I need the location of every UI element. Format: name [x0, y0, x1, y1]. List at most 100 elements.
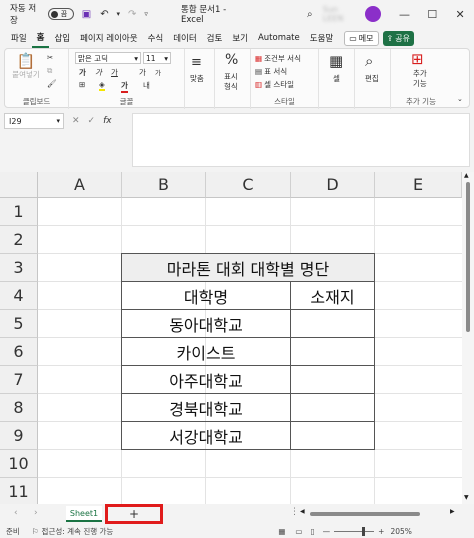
tab-view[interactable]: 보기 [227, 28, 253, 48]
addins-button-line2[interactable]: 기능 [413, 78, 427, 89]
conditional-format-button[interactable]: ▦ 조건부 서식 [255, 53, 301, 64]
table-format-button[interactable]: ▤ 표 서식 [255, 66, 287, 77]
scroll-up-icon[interactable]: ▲ [464, 172, 469, 179]
tab-page-layout[interactable]: 페이지 레이아웃 [75, 28, 142, 48]
horizontal-scrollbar[interactable]: ◀ ▶ [300, 508, 460, 518]
cells-icon[interactable]: ▦ [329, 53, 343, 69]
spreadsheet-grid[interactable]: A B C D E 1 2 3 4 5 6 7 8 9 10 11 마라톤 대회… [0, 172, 462, 504]
location-cell[interactable] [290, 337, 375, 366]
editing-label[interactable]: 편집 [365, 73, 379, 84]
search-icon[interactable]: ⌕ [365, 53, 373, 69]
tab-home[interactable]: 홈 [31, 28, 50, 48]
zoom-slider[interactable] [334, 526, 375, 536]
italic-button[interactable]: 가 [95, 67, 102, 78]
tab-insert[interactable]: 삽입 [49, 28, 75, 48]
horizontal-scroll-thumb[interactable] [310, 512, 420, 516]
next-sheet-icon[interactable]: › [34, 508, 38, 518]
name-box[interactable]: I29 ▾ [4, 113, 64, 129]
location-cell[interactable] [290, 365, 375, 394]
header-university-cell[interactable]: 대학명 [121, 281, 291, 310]
university-cell[interactable]: 경북대학교 [121, 393, 291, 422]
bold-button[interactable]: 가 [79, 67, 86, 78]
zoom-slider-thumb[interactable] [362, 526, 366, 536]
row-header-11[interactable]: 11 [0, 478, 38, 504]
cell-style-button[interactable]: ▥ 셀 스타일 [255, 79, 294, 90]
location-cell[interactable] [290, 421, 375, 450]
add-sheet-button[interactable]: + [105, 504, 163, 524]
format-painter-icon[interactable]: 🖌 [47, 79, 57, 88]
minimize-button[interactable]: — [391, 0, 419, 28]
fill-color-icon[interactable]: ◈ [99, 80, 105, 91]
column-header-d[interactable]: D [291, 172, 375, 198]
zoom-in-icon[interactable]: + [378, 527, 384, 536]
underline-button[interactable]: 가 [111, 67, 118, 78]
row-header-8[interactable]: 8 [0, 394, 38, 422]
chevron-down-icon[interactable]: ▾ [111, 7, 125, 21]
tab-automate[interactable]: Automate [253, 28, 305, 48]
addins-icon[interactable]: ⊞ [411, 51, 424, 67]
vertical-scroll-thumb[interactable] [466, 182, 470, 332]
select-all-corner[interactable] [0, 172, 38, 198]
more-icon[interactable]: ⋮ [290, 507, 299, 517]
avatar[interactable] [364, 6, 381, 22]
university-cell[interactable]: 서강대학교 [121, 421, 291, 450]
university-cell[interactable]: 카이스트 [121, 337, 291, 366]
enter-icon[interactable]: ✓ [88, 116, 96, 126]
font-size-select[interactable]: 11 ▾ [143, 52, 171, 64]
copy-icon[interactable]: ⧉ [47, 66, 52, 76]
cut-icon[interactable]: ✂ [47, 53, 53, 62]
row-header-3[interactable]: 3 [0, 254, 38, 282]
tab-review[interactable]: 검토 [202, 28, 228, 48]
row-header-10[interactable]: 10 [0, 450, 38, 478]
sheet-tab-sheet1[interactable]: Sheet1 [66, 506, 102, 522]
fx-icon[interactable]: fx [103, 116, 112, 126]
shrink-font-button[interactable]: 가 [155, 67, 161, 77]
memo-button[interactable]: ▭ 메모 [344, 30, 379, 46]
save-icon[interactable]: ▣ [80, 7, 94, 21]
font-name-select[interactable]: 맑은 고딕 ▾ [75, 52, 141, 64]
vertical-scrollbar[interactable]: ▲ ▼ [462, 172, 474, 504]
collapse-ribbon-icon[interactable]: ⌄ [457, 95, 463, 103]
grow-font-button[interactable]: 가 [139, 67, 146, 78]
close-button[interactable]: ✕ [446, 0, 474, 28]
cells-label[interactable]: 셀 [333, 73, 340, 84]
customize-icon[interactable]: ▿ [139, 7, 153, 21]
row-header-7[interactable]: 7 [0, 366, 38, 394]
page-break-view-icon[interactable]: ▯ [311, 527, 315, 536]
border-icon[interactable]: ⊞ [79, 80, 85, 89]
location-cell[interactable] [290, 309, 375, 338]
align-icon[interactable]: ≡ [191, 55, 202, 70]
scroll-right-icon[interactable]: ▶ [450, 508, 455, 515]
percent-icon[interactable]: % [225, 52, 238, 68]
row-header-5[interactable]: 5 [0, 310, 38, 338]
column-header-a[interactable]: A [38, 172, 122, 198]
row-header-2[interactable]: 2 [0, 226, 38, 254]
redo-icon[interactable]: ↷ [125, 7, 139, 21]
prev-sheet-icon[interactable]: ‹ [14, 508, 18, 518]
row-header-6[interactable]: 6 [0, 338, 38, 366]
undo-icon[interactable]: ↶ [97, 7, 111, 21]
paste-button[interactable]: 📋 붙여넣기 [11, 53, 41, 80]
autosave-toggle[interactable]: 끔 [47, 8, 74, 20]
normal-view-icon[interactable]: ▦ [278, 527, 285, 536]
column-header-c[interactable]: C [206, 172, 291, 198]
search-icon[interactable]: ⌕ [303, 7, 317, 21]
phonetic-icon[interactable]: 내 [143, 80, 150, 91]
scroll-left-icon[interactable]: ◀ [300, 508, 305, 515]
header-location-cell[interactable]: 소재지 [290, 281, 375, 310]
user-name[interactable]: Sun LEEN [323, 5, 361, 23]
cancel-icon[interactable]: ✕ [72, 116, 80, 126]
tab-help[interactable]: 도움말 [305, 28, 338, 48]
accessibility-icon[interactable]: ⚐ [32, 527, 39, 536]
tab-data[interactable]: 데이터 [168, 28, 201, 48]
table-title-cell[interactable]: 마라톤 대회 대학별 명단 [121, 253, 375, 282]
row-header-1[interactable]: 1 [0, 198, 38, 226]
font-color-icon[interactable]: 가 [121, 80, 128, 93]
alignment-label[interactable]: 맞춤 [190, 73, 204, 84]
tab-file[interactable]: 파일 [6, 28, 32, 48]
row-header-4[interactable]: 4 [0, 282, 38, 310]
zoom-out-icon[interactable]: — [323, 527, 331, 536]
scroll-down-icon[interactable]: ▼ [464, 494, 469, 501]
tab-formulas[interactable]: 수식 [143, 28, 169, 48]
zoom-level[interactable]: 205% [390, 527, 411, 536]
